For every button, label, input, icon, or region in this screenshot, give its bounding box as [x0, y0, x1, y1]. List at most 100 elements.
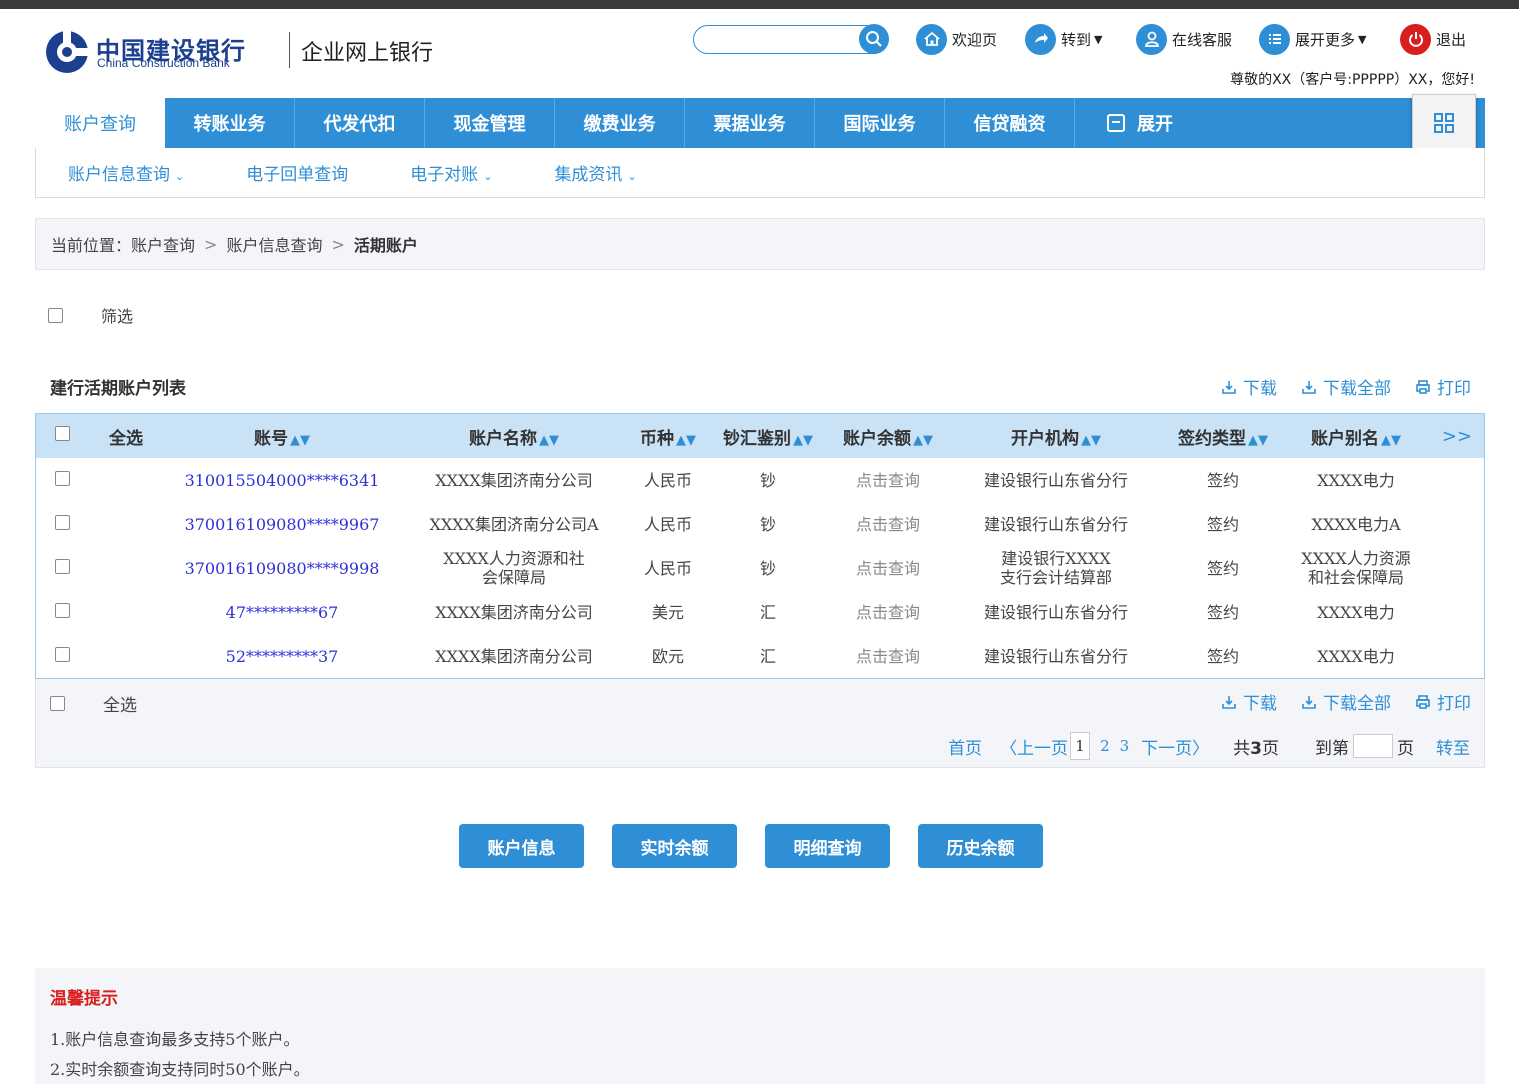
- detail-query-button[interactable]: 明细查询: [765, 824, 890, 868]
- col-label: 账号: [254, 428, 288, 449]
- balance-query-link[interactable]: 点击查询: [828, 458, 948, 502]
- cash-remit-cell: 钞: [759, 470, 776, 490]
- more-columns-button[interactable]: >>: [1430, 414, 1484, 458]
- col-account-name[interactable]: 账户名称 ▲▼: [400, 414, 628, 458]
- download-button[interactable]: 下载: [1221, 374, 1277, 399]
- power-icon: [1400, 23, 1431, 55]
- sort-icon[interactable]: ▲▼: [1381, 433, 1401, 448]
- online-service-link[interactable]: 在线客服: [1136, 23, 1232, 55]
- account-number-cell[interactable]: 370016109080****9967: [164, 502, 400, 546]
- col-branch[interactable]: 开户机构 ▲▼: [948, 414, 1164, 458]
- table-row[interactable]: 310015504000****6341 XXXX集团济南分公司 人民币 钞 点击查询 建…: [36, 458, 1484, 502]
- cash-remit-cell: 汇: [759, 646, 776, 666]
- col-sign-type[interactable]: 签约类型 ▲▼: [1164, 414, 1282, 458]
- subnav-account-info[interactable]: 账户信息查询 ⌄: [68, 160, 184, 185]
- account-number-cell[interactable]: 47*********67: [164, 590, 400, 634]
- pager-next[interactable]: 下一页〉: [1141, 734, 1209, 759]
- col-balance[interactable]: 账户余额 ▲▼: [828, 414, 948, 458]
- sign-type-cell: 签约: [1206, 558, 1239, 578]
- row-checkbox[interactable]: [54, 514, 70, 530]
- footer-select-all: 全选: [50, 691, 137, 716]
- row-select-cell: [36, 502, 88, 546]
- branch-line: 支行会计结算部: [999, 568, 1112, 587]
- sort-icon[interactable]: ▲▼: [1081, 433, 1101, 448]
- sort-icon[interactable]: ▲▼: [793, 433, 813, 448]
- history-balance-button[interactable]: 历史余额: [918, 824, 1043, 868]
- subnav-e-receipt[interactable]: 电子回单查询: [246, 160, 348, 185]
- logout-link[interactable]: 退出: [1400, 23, 1466, 55]
- branch-line: 建设银行山东省分行: [983, 470, 1128, 490]
- pager-page-2[interactable]: 2: [1100, 737, 1110, 755]
- pager-goto-input[interactable]: [1353, 734, 1393, 758]
- name-line: XXXX集团济南分公司: [435, 646, 593, 666]
- balance-query-link[interactable]: 点击查询: [828, 502, 948, 546]
- filter-checkbox[interactable]: [48, 307, 63, 323]
- account-number-cell[interactable]: 310015504000****6341: [164, 458, 400, 502]
- sort-icon[interactable]: ▲▼: [913, 433, 933, 448]
- balance-query-link[interactable]: 点击查询: [828, 634, 948, 678]
- download-icon: [1222, 695, 1236, 709]
- welcome-link[interactable]: 欢迎页: [916, 23, 997, 55]
- tab-transfer[interactable]: 转账业务: [165, 98, 295, 148]
- search-input[interactable]: [704, 30, 854, 50]
- breadcrumb-item[interactable]: 账户信息查询: [226, 232, 322, 256]
- goto-menu[interactable]: 转到 ▼: [1025, 23, 1102, 55]
- breadcrumb-item[interactable]: 账户查询: [131, 232, 195, 256]
- select-all-checkbox[interactable]: [54, 426, 70, 441]
- realtime-balance-button[interactable]: 实时余额: [612, 824, 737, 868]
- list-actions-bottom: 下载 下载全部 打印: [1197, 689, 1471, 714]
- sort-icon[interactable]: ▲▼: [1248, 433, 1268, 448]
- sign-type-cell: 签约: [1206, 602, 1239, 622]
- col-currency[interactable]: 币种 ▲▼: [628, 414, 708, 458]
- search-button[interactable]: [859, 24, 889, 54]
- goto-label: 转到: [1061, 30, 1092, 49]
- account-number-cell[interactable]: 370016109080****9998: [164, 546, 400, 590]
- breadcrumb-prefix: 当前位置：: [51, 236, 132, 255]
- col-cash-remit[interactable]: 钞汇鉴别 ▲▼: [708, 414, 828, 458]
- table-row[interactable]: 47*********67 XXXX集团济南分公司 美元 汇 点击查询 建设银行山东省分行…: [36, 590, 1484, 634]
- table-row[interactable]: 370016109080****9967 XXXX集团济南分公司A 人民币 钞 点击查询…: [36, 502, 1484, 546]
- pager-page-3[interactable]: 3: [1120, 737, 1130, 755]
- tab-expand[interactable]: 展开: [1075, 98, 1205, 148]
- sort-icon[interactable]: ▲▼: [676, 433, 696, 448]
- balance-query-link[interactable]: 点击查询: [828, 546, 948, 590]
- grid-menu-button[interactable]: [1412, 94, 1476, 151]
- tab-payroll[interactable]: 代发代扣: [295, 98, 425, 148]
- print-button[interactable]: 打印: [1415, 374, 1471, 399]
- row-checkbox[interactable]: [54, 558, 70, 574]
- pager-prev[interactable]: 〈上一页: [1000, 734, 1068, 759]
- filter-toggle: 筛选: [48, 303, 133, 327]
- footer-select-all-checkbox[interactable]: [50, 696, 65, 711]
- tab-international[interactable]: 国际业务: [815, 98, 945, 148]
- download-all-button[interactable]: 下载全部: [1301, 689, 1391, 714]
- tab-notes[interactable]: 票据业务: [685, 98, 815, 148]
- subnav-e-reconcile[interactable]: 电子对账 ⌄: [410, 160, 492, 185]
- table-row[interactable]: 52*********37 XXXX集团济南分公司 欧元 汇 点击查询 建设银行山东省分行…: [36, 634, 1484, 678]
- home-icon: [916, 23, 947, 55]
- pager-first[interactable]: 首页: [948, 734, 982, 759]
- row-checkbox[interactable]: [54, 470, 70, 486]
- expand-more-menu[interactable]: 展开更多 ▼: [1259, 23, 1366, 55]
- table-row[interactable]: 370016109080****9998 XXXX人力资源和社 会保障局 人民币钞点击…: [36, 546, 1484, 590]
- pager-goto-suffix: 页: [1397, 738, 1414, 759]
- col-alias[interactable]: 账户别名 ▲▼: [1282, 414, 1430, 458]
- currency-cell: 人民币: [643, 558, 692, 578]
- download-all-button[interactable]: 下载全部: [1301, 374, 1391, 399]
- col-account-number[interactable]: 账号 ▲▼: [164, 414, 400, 458]
- account-number-cell[interactable]: 52*********37: [164, 634, 400, 678]
- sort-icon[interactable]: ▲▼: [290, 433, 310, 448]
- tab-credit[interactable]: 信贷融资: [945, 98, 1075, 148]
- account-info-button[interactable]: 账户信息: [459, 824, 584, 868]
- sort-icon[interactable]: ▲▼: [539, 433, 559, 448]
- print-button[interactable]: 打印: [1415, 689, 1471, 714]
- row-checkbox[interactable]: [54, 646, 70, 662]
- row-checkbox[interactable]: [54, 602, 70, 618]
- row-empty-cell: [88, 502, 164, 546]
- subnav-integrated-info[interactable]: 集成资讯 ⌄: [554, 160, 636, 185]
- tab-cash-management[interactable]: 现金管理: [425, 98, 555, 148]
- download-button[interactable]: 下载: [1221, 689, 1277, 714]
- pager-goto-button[interactable]: 转至: [1436, 734, 1470, 759]
- tab-account-query[interactable]: 账户查询: [35, 98, 165, 148]
- tab-bill-payment[interactable]: 缴费业务: [555, 98, 685, 148]
- balance-query-link[interactable]: 点击查询: [828, 590, 948, 634]
